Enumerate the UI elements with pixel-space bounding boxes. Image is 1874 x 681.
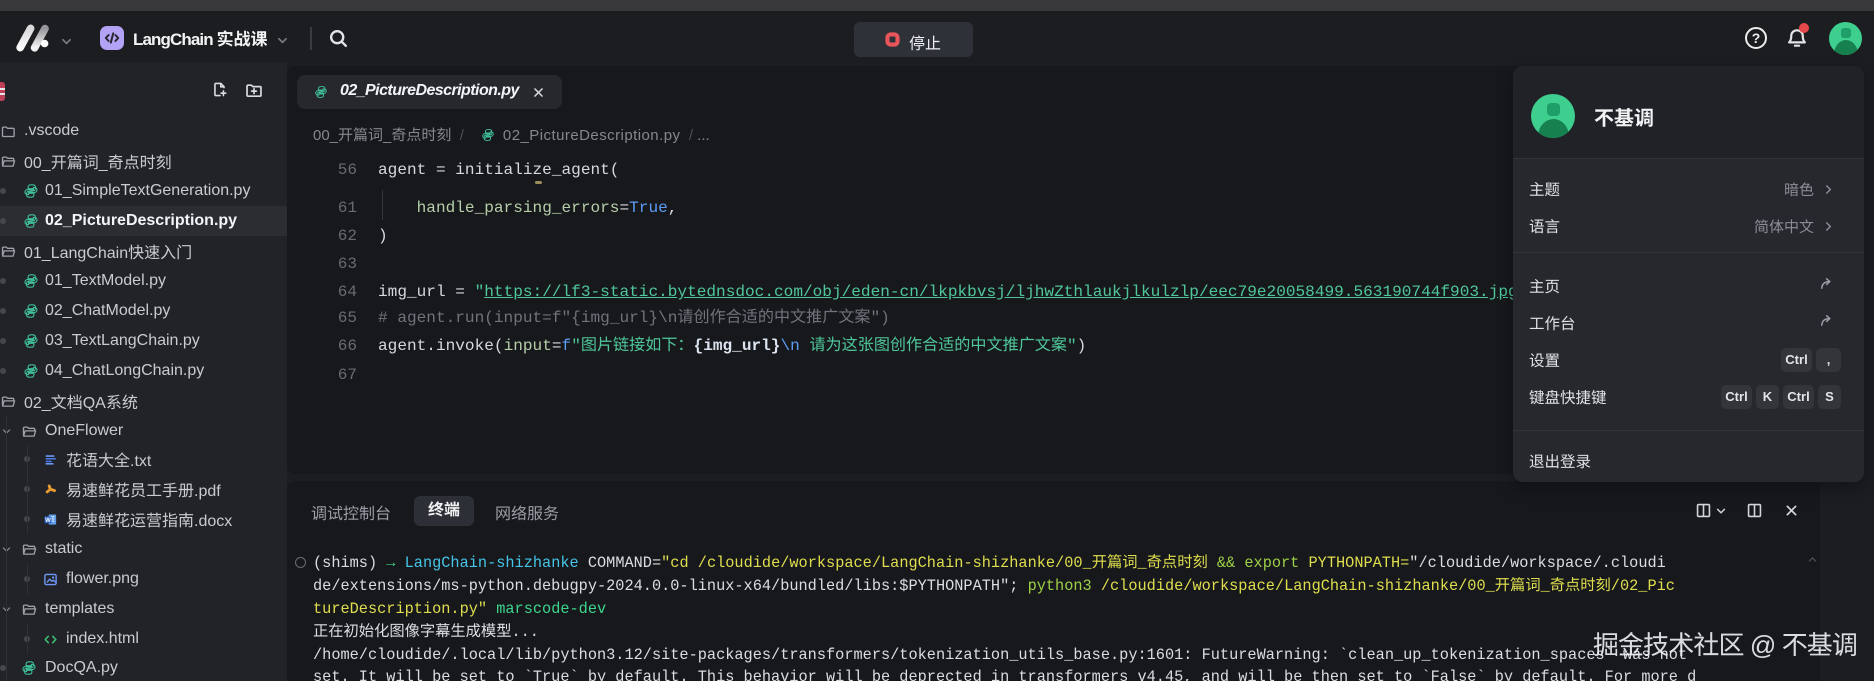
svg-text:W: W bbox=[45, 518, 51, 524]
